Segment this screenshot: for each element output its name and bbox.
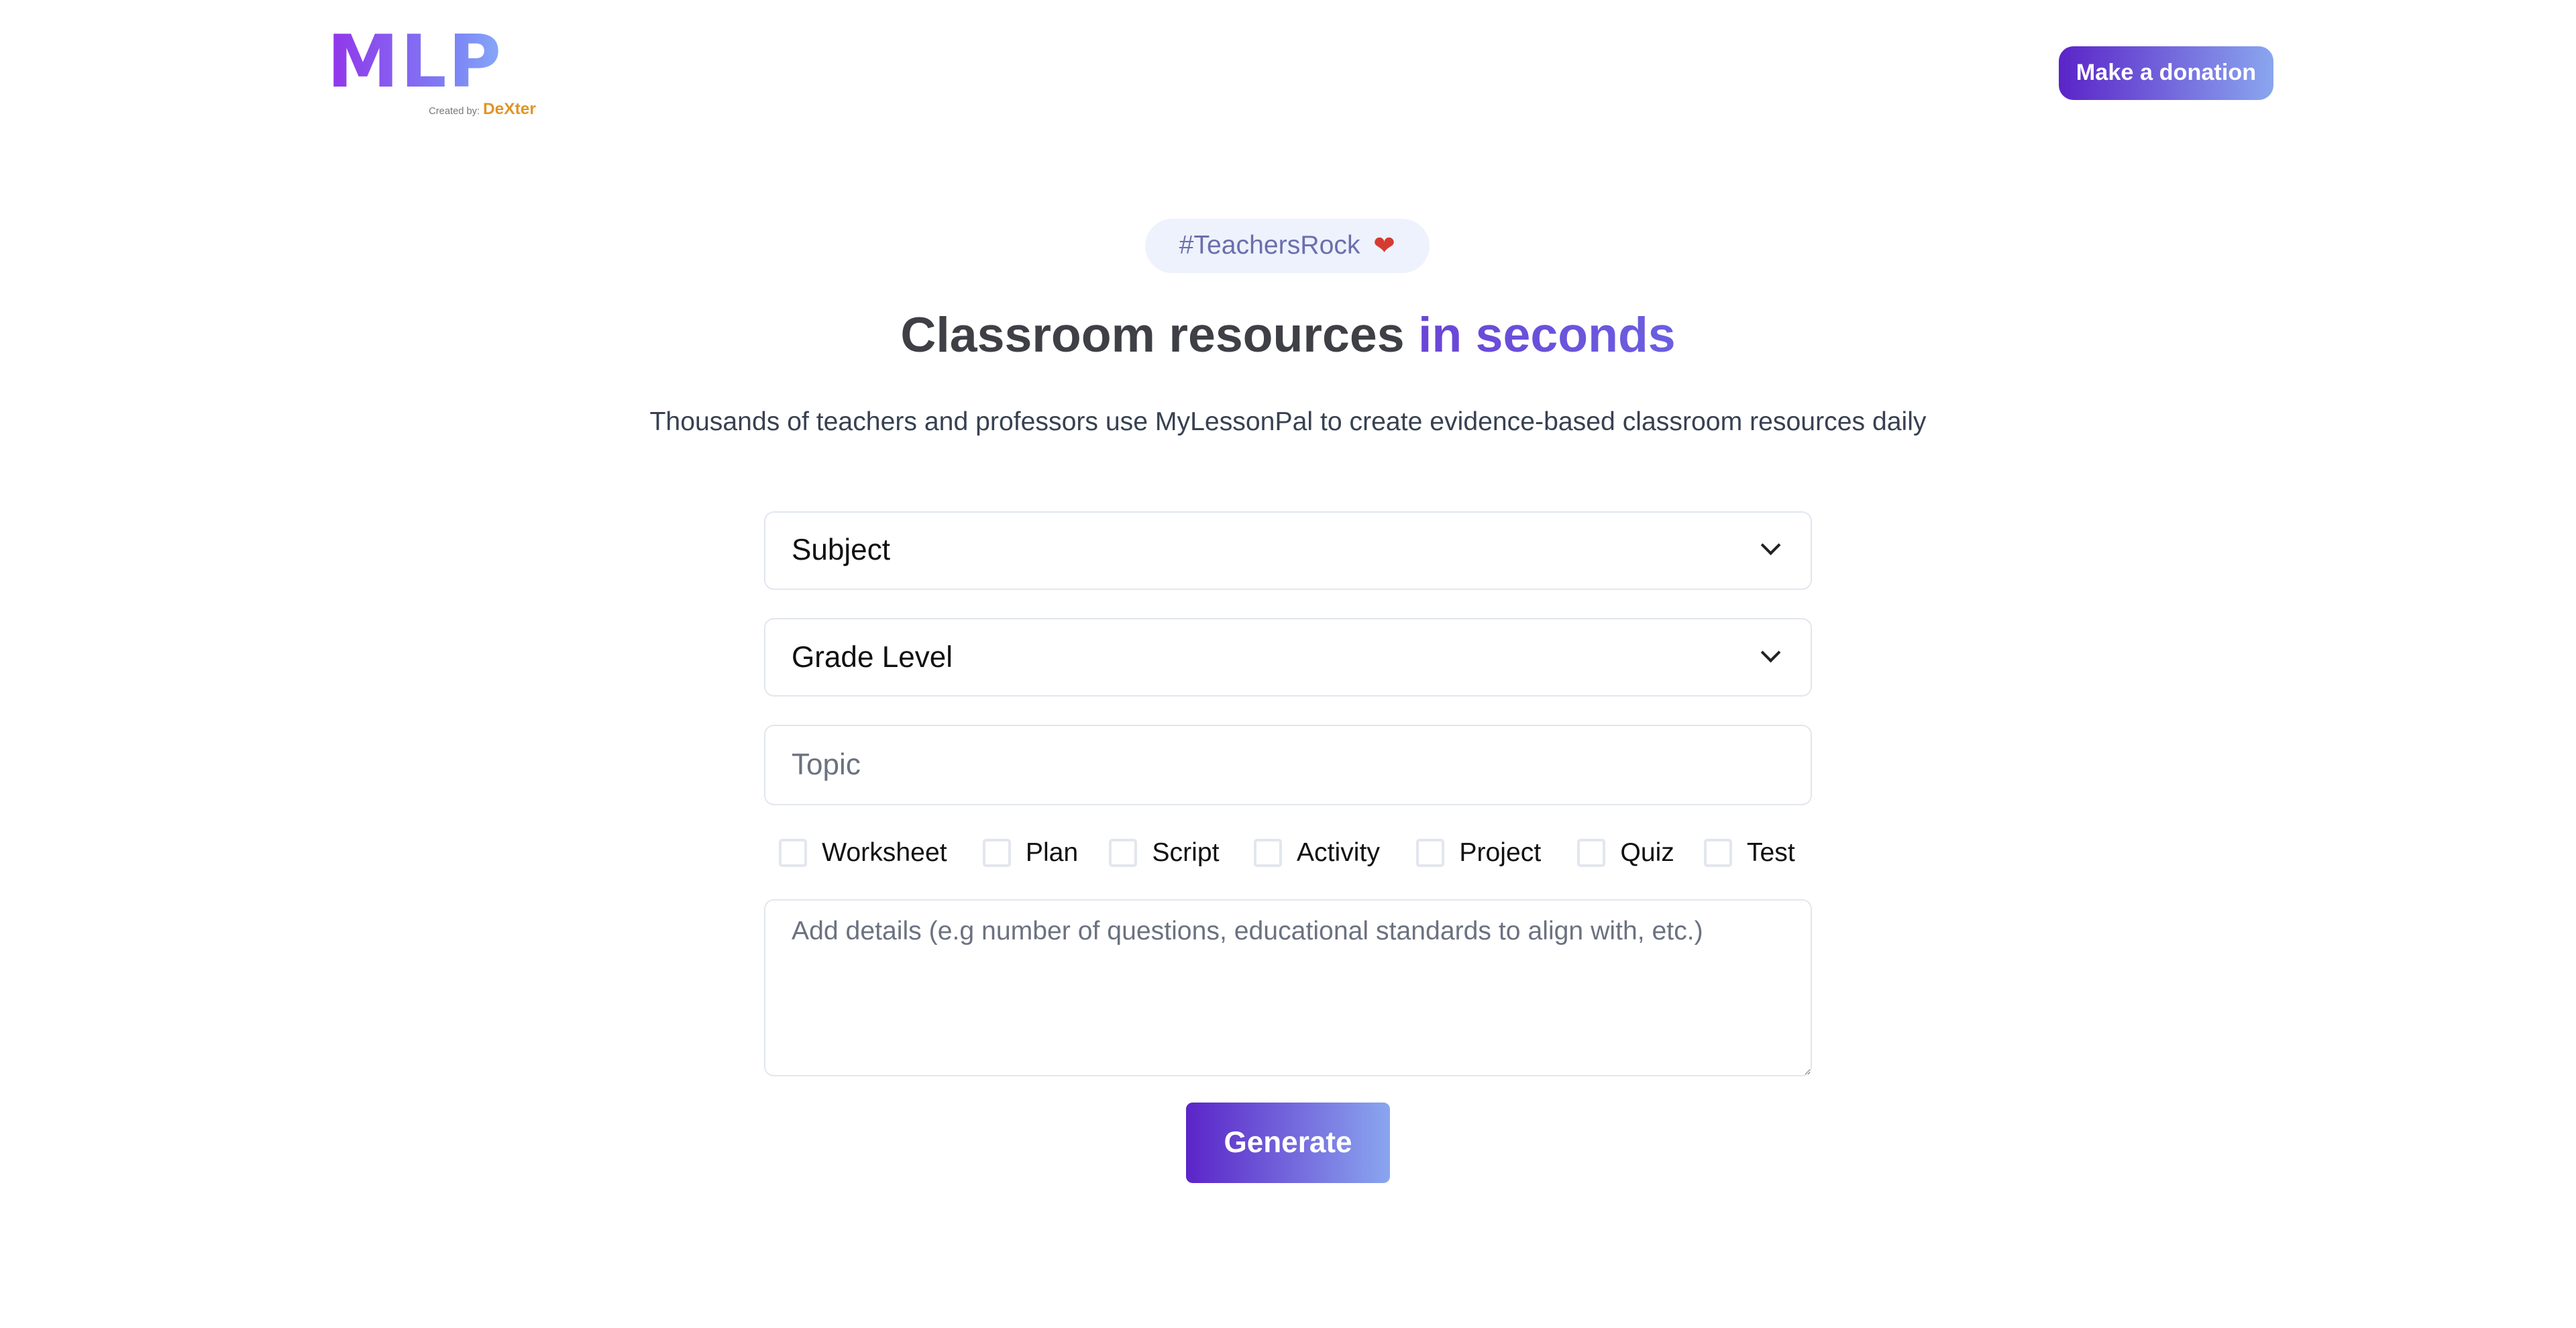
- logo-credit: Created by: DeXter: [429, 100, 536, 119]
- checkbox-worksheet[interactable]: Worksheet: [778, 838, 947, 868]
- mlp-logo[interactable]: MLP Created by: DeXter: [327, 26, 557, 125]
- checkbox-box[interactable]: [1416, 838, 1445, 868]
- checkbox-quiz[interactable]: Quiz: [1577, 838, 1674, 868]
- page: MLP Created by: DeXter Make a donation #T…: [0, 0, 2576, 1328]
- topic-input[interactable]: [763, 725, 1813, 805]
- page-title: Classroom resources in seconds: [900, 306, 1676, 362]
- grade-level-select[interactable]: Grade Level: [763, 617, 1813, 697]
- checkbox-box[interactable]: [778, 838, 808, 868]
- checkbox-box[interactable]: [982, 838, 1011, 868]
- checkbox-box[interactable]: [1109, 838, 1138, 868]
- checkbox-box[interactable]: [1577, 838, 1606, 868]
- generate-button[interactable]: Generate: [1186, 1103, 1390, 1184]
- page-subtitle: Thousands of teachers and professors use…: [649, 407, 1927, 437]
- checkbox-box[interactable]: [1703, 838, 1732, 868]
- teachers-rock-badge: #TeachersRock ❤: [1144, 218, 1430, 273]
- make-donation-button[interactable]: Make a donation: [2058, 46, 2274, 101]
- logo-text: MLP: [327, 26, 557, 99]
- checkbox-activity[interactable]: Activity: [1253, 838, 1380, 868]
- heart-icon: ❤: [1373, 231, 1395, 260]
- checkbox-script[interactable]: Script: [1109, 838, 1220, 868]
- subject-select[interactable]: Subject: [763, 511, 1813, 591]
- checkbox-project[interactable]: Project: [1416, 838, 1541, 868]
- details-textarea[interactable]: [763, 899, 1813, 1077]
- chevron-down-icon: [1760, 535, 1781, 556]
- checkbox-plan[interactable]: Plan: [982, 838, 1078, 868]
- checkbox-test[interactable]: Test: [1703, 838, 1795, 868]
- checkbox-box[interactable]: [1253, 838, 1282, 868]
- badge-text: #TeachersRock: [1179, 231, 1360, 260]
- chevron-down-icon: [1760, 642, 1781, 663]
